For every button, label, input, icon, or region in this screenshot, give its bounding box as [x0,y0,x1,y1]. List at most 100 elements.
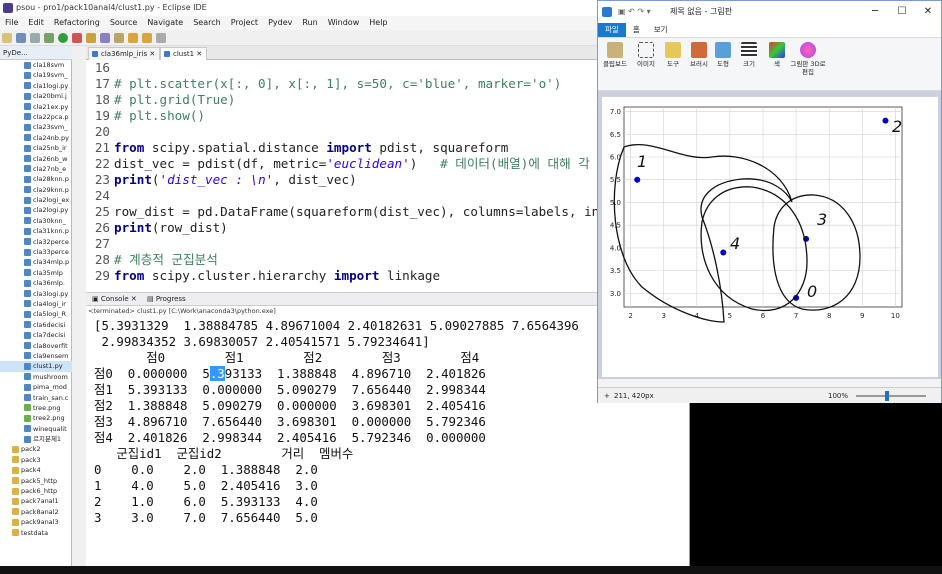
size-group[interactable]: 크기 [736,42,762,68]
paint-ribbon: 클립보드 이미지 도구 브러시 도형 크기 색 그림판 3D로 편집 [598,37,941,91]
tree-item[interactable]: 르지분제1 [0,434,72,444]
zoom-slider-thumb[interactable] [885,391,889,401]
brush-group[interactable]: 브러시 [686,42,712,68]
tab-clust1[interactable]: clust1 ✕ [160,47,208,60]
tree-item[interactable]: cla3logi.py [0,289,72,299]
zoom-slider[interactable] [856,395,926,397]
save-icon[interactable] [16,33,26,43]
tree-item[interactable]: pack4 [0,465,72,475]
back-icon[interactable] [128,33,138,43]
tree-item[interactable]: cla22pca.p [0,112,72,122]
tree-item[interactable]: pack5_http [0,476,72,486]
tree-item[interactable]: winequalit [0,424,72,434]
package-explorer: PyDe... cla18svm cla19svm_ cla1logi.py cla2… [0,46,72,566]
tree-item[interactable]: pack3 [0,455,72,465]
tree-item[interactable]: cla32perce [0,237,72,247]
image-group[interactable]: 이미지 [632,42,660,68]
maximize-button[interactable]: ☐ [889,1,915,23]
tree-item[interactable]: cla2logi.py [0,205,72,215]
tree-item[interactable]: pack6_http [0,486,72,496]
x-tick-label: 6 [761,312,766,320]
open-type-icon[interactable] [100,33,110,43]
eclipse-toolbar [0,30,690,46]
tree-item[interactable]: cla25nb_ir [0,143,72,153]
colors-group[interactable]: 색 [764,42,790,68]
search-icon[interactable] [114,33,124,43]
tree-item[interactable]: cla24nb.py [0,133,72,143]
tree-item[interactable]: cla6decisi [0,320,72,330]
tree-item[interactable]: pack8anal2 [0,507,72,517]
menu-source[interactable]: Source [105,16,142,30]
tree-item[interactable]: cla33perce [0,247,72,257]
debug-icon[interactable] [44,33,54,43]
tree-item[interactable]: cla35mlp [0,268,72,278]
tree-item[interactable]: cla31knn.p [0,226,72,236]
tree-item[interactable]: cla30knn_ [0,216,72,226]
run-icon[interactable] [58,33,68,43]
menu-help[interactable]: Help [364,16,392,30]
external-tools-icon[interactable] [72,33,82,43]
menu-navigate[interactable]: Navigate [142,16,188,30]
menu-file[interactable]: File [0,16,23,30]
tree-item[interactable]: pack2 [0,444,72,454]
tree-item[interactable]: cla36mlp. [0,278,72,288]
new-class-icon[interactable] [86,33,96,43]
tab-progress[interactable]: ▤ Progress [143,295,190,303]
menu-run[interactable]: Run [297,16,322,30]
quick-access-icons[interactable]: ▣ ↶ ↷ ▾ [618,1,651,23]
clipboard-group[interactable]: 클립보드 [600,42,630,68]
tree-item[interactable]: clust1.py [0,361,72,372]
paint-canvas[interactable]: 2 3 4 5 6 7 8 9 10 7.0 6.5 6.0 5.5 5.0 4.5 4.0 3.5 3.0 1 2 3… [602,97,938,377]
forward-icon[interactable] [142,33,152,43]
print-icon[interactable] [30,33,40,43]
tab-view[interactable]: 보기 [647,23,675,37]
tree-item[interactable]: cla26nb_w [0,154,72,164]
tree-item[interactable]: cla29knn.p [0,185,72,195]
tree-item[interactable]: cla7decisi [0,330,72,340]
tree-item[interactable]: cla19svm_ [0,70,72,80]
tab-home[interactable]: 홈 [626,23,647,37]
console-line: 0 0.0 2.0 1.388848 2.0 [94,462,318,477]
package-explorer-tab[interactable]: PyDe... [0,46,72,60]
tree-item[interactable]: cla8overfit [0,341,72,351]
tab-cla36mlp-iris[interactable]: cla36mlp_iris ✕ [88,47,161,60]
tab-console[interactable]: ▣ Console ✕ [86,295,141,303]
menu-edit[interactable]: Edit [23,16,49,30]
paint3d-group[interactable]: 그림판 3D로 편집 [790,42,826,76]
tree-item[interactable]: cla2logi_ex [0,195,72,205]
menu-pydev[interactable]: Pydev [263,16,297,30]
tree-item[interactable]: tree.png [0,403,72,413]
menu-project[interactable]: Project [226,16,263,30]
tree-item[interactable]: cla34mlp.p [0,257,72,267]
close-button[interactable]: ✕ [915,1,941,23]
tree-item[interactable]: tree2.png [0,413,72,423]
tree-item-label: cla34mlp.p [33,258,70,267]
tree-item[interactable]: pima_mod [0,382,72,392]
tree-item[interactable]: cla20bmi.j [0,91,72,101]
annotation: 4 [730,234,740,253]
tree-item[interactable]: cla1logi.py [0,81,72,91]
menu-window[interactable]: Window [323,16,365,30]
tree-item[interactable]: cla4logi_ir [0,299,72,309]
line-code: row_dist = pd.DataFrame(squareform(dist_… [114,204,615,219]
new-icon[interactable] [2,33,12,43]
tree-item[interactable]: train_san.c [0,393,72,403]
tree-item[interactable]: pack9anal3 [0,517,72,527]
tree-item[interactable]: cla27nb_e [0,164,72,174]
menu-refactoring[interactable]: Refactoring [49,16,105,30]
tools-group[interactable]: 도구 [660,42,686,68]
shapes-group[interactable]: 도형 [710,42,736,68]
tree-item[interactable]: mushroom [0,372,72,382]
tab-file[interactable]: 파일 [598,23,626,37]
menu-search[interactable]: Search [188,16,225,30]
tree-item[interactable]: testdata [0,528,72,538]
tree-item[interactable]: pack7anal1 [0,496,72,506]
tree-item[interactable]: cla5logi_R [0,309,72,319]
tree-item[interactable]: cla28knn.p [0,174,72,184]
tree-item[interactable]: cla21ex.py [0,102,72,112]
tree-item[interactable]: cla23svm_ [0,122,72,132]
minimize-button[interactable]: ─ [862,1,888,23]
pin-icon[interactable] [156,33,166,43]
tree-item[interactable]: cla9ensem [0,351,72,361]
tree-item[interactable]: cla18svm [0,60,72,70]
